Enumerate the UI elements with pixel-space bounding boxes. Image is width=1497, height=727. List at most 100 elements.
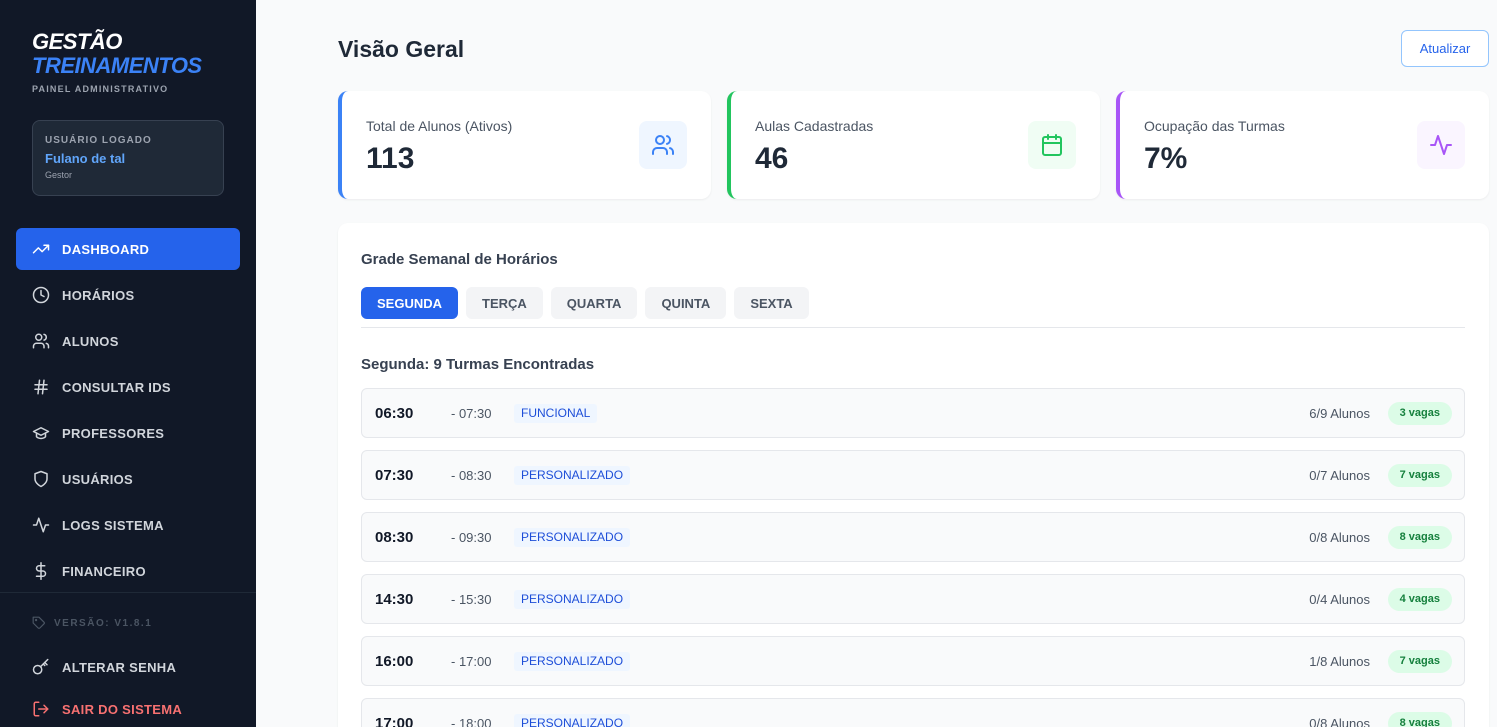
tabs-divider [361, 327, 1465, 328]
clock-icon [32, 286, 50, 304]
logout-button[interactable]: SAIR DO SISTEMA [32, 700, 182, 718]
vacancy-badge: 7 vagas [1387, 464, 1452, 487]
list-item[interactable]: 17:00 - 18:00 PERSONALIZADO 0/8 Alunos 8… [361, 698, 1465, 727]
tab-quinta[interactable]: QUINTA [645, 287, 727, 319]
class-type-badge: PERSONALIZADO [514, 466, 631, 485]
class-student-count: 6/9 Alunos [1309, 406, 1370, 421]
stat-label: Ocupação das Turmas [1144, 118, 1285, 134]
refresh-button[interactable]: Atualizar [1401, 30, 1489, 67]
stat-card-occupancy: Ocupação das Turmas 7% [1116, 91, 1489, 199]
class-end-time: - 15:30 [451, 592, 492, 607]
stat-value: 7% [1144, 142, 1188, 175]
class-start-time: 06:30 [375, 405, 414, 422]
vacancy-badge: 8 vagas [1387, 712, 1452, 727]
stat-label: Aulas Cadastradas [755, 118, 874, 134]
shield-icon [34, 470, 48, 488]
result-title: Segunda: 9 Turmas Encontradas [361, 356, 595, 373]
sidebar-item-label: CONSULTAR IDS [62, 379, 171, 395]
sidebar-nav: DASHBOARD HORÁRIOS ALUNOS CONSULTAR IDS … [16, 228, 240, 596]
version-info: VERSÃO: V1.8.1 [32, 616, 152, 630]
vacancy-badge: 3 vagas [1387, 402, 1452, 425]
list-item[interactable]: 08:30 - 09:30 PERSONALIZADO 0/8 Alunos 8… [361, 512, 1465, 562]
sidebar-item-label: HORÁRIOS [62, 287, 135, 303]
sidebar-item-horarios[interactable]: HORÁRIOS [16, 274, 240, 316]
brand-logo: GESTÃO TREINAMENTOS PAINEL ADMINISTRATIV… [32, 29, 202, 95]
stat-value: 46 [755, 142, 789, 175]
class-student-count: 0/8 Alunos [1309, 716, 1370, 727]
class-start-time: 17:00 [375, 715, 414, 727]
class-end-time: - 17:00 [451, 654, 492, 669]
logout-label: SAIR DO SISTEMA [62, 701, 183, 717]
class-end-time: - 18:00 [451, 716, 492, 727]
sidebar-item-professores[interactable]: PROFESSORES [16, 412, 240, 454]
user-label: USUÁRIO LOGADO [45, 135, 152, 146]
sidebar-item-label: PROFESSORES [62, 425, 165, 441]
tab-sexta[interactable]: SEXTA [734, 287, 809, 319]
vacancy-badge: 7 vagas [1387, 650, 1452, 673]
class-end-time: - 08:30 [451, 468, 492, 483]
sidebar-item-label: USUÁRIOS [62, 471, 134, 487]
sidebar-item-label: ALUNOS [62, 333, 119, 349]
tab-quarta[interactable]: QUARTA [550, 287, 638, 319]
sidebar-item-consultar-ids[interactable]: CONSULTAR IDS [16, 366, 240, 408]
list-item[interactable]: 16:00 - 17:00 PERSONALIZADO 1/8 Alunos 7… [361, 636, 1465, 686]
sidebar: GESTÃO TREINAMENTOS PAINEL ADMINISTRATIV… [0, 0, 256, 727]
class-student-count: 1/8 Alunos [1309, 654, 1370, 669]
sidebar-item-label: DASHBOARD [62, 241, 150, 257]
list-item[interactable]: 07:30 - 08:30 PERSONALIZADO 0/7 Alunos 7… [361, 450, 1465, 500]
user-name: Fulano de tal [45, 151, 126, 166]
activity-icon [1417, 121, 1465, 169]
page-title: Visão Geral [338, 36, 465, 62]
stat-card-classes: Aulas Cadastradas 46 [727, 91, 1100, 199]
tag-icon [32, 616, 45, 629]
weekday-tabs: SEGUNDA TERÇA QUARTA QUINTA SEXTA [361, 287, 817, 319]
list-item[interactable]: 14:30 - 15:30 PERSONALIZADO 0/4 Alunos 4… [361, 574, 1465, 624]
sidebar-item-usuarios[interactable]: USUÁRIOS [16, 458, 240, 500]
main-content: Visão Geral Atualizar Total de Alunos (A… [256, 0, 1497, 727]
vacancy-badge: 8 vagas [1387, 526, 1452, 549]
change-password-label: ALTERAR SENHA [62, 659, 177, 675]
activity-icon [32, 517, 50, 533]
stat-value: 113 [366, 142, 415, 175]
class-type-badge: FUNCIONAL [514, 404, 598, 423]
hash-icon [34, 379, 48, 395]
class-type-badge: PERSONALIZADO [514, 652, 631, 671]
change-password-button[interactable]: ALTERAR SENHA [32, 658, 176, 676]
version-text: VERSÃO: V1.8.1 [54, 617, 153, 629]
users-icon [639, 121, 687, 169]
sidebar-item-financeiro[interactable]: FINANCEIRO [16, 550, 240, 592]
graduation-cap-icon [32, 427, 50, 440]
class-start-time: 07:30 [375, 467, 414, 484]
sidebar-item-logs-sistema[interactable]: LOGS SISTEMA [16, 504, 240, 546]
class-type-badge: PERSONALIZADO [514, 714, 631, 727]
users-icon [32, 333, 50, 349]
brand-subtitle: PAINEL ADMINISTRATIVO [32, 84, 169, 94]
class-end-time: - 09:30 [451, 530, 492, 545]
class-start-time: 14:30 [375, 591, 414, 608]
brand-title-line1: GESTÃO [32, 29, 122, 54]
weekly-schedule-panel: Grade Semanal de Horários SEGUNDA TERÇA … [338, 223, 1489, 727]
logged-user-card: USUÁRIO LOGADO Fulano de tal Gestor [32, 120, 224, 196]
dollar-icon [35, 562, 47, 580]
sidebar-item-alunos[interactable]: ALUNOS [16, 320, 240, 362]
sidebar-item-dashboard[interactable]: DASHBOARD [16, 228, 240, 270]
schedule-title: Grade Semanal de Horários [361, 251, 558, 268]
tab-terca[interactable]: TERÇA [466, 287, 543, 319]
trending-up-icon [32, 244, 50, 254]
list-item[interactable]: 06:30 - 07:30 FUNCIONAL 6/9 Alunos 3 vag… [361, 388, 1465, 438]
sidebar-divider [0, 592, 256, 593]
sidebar-item-label: FINANCEIRO [62, 563, 146, 579]
calendar-icon [1028, 121, 1076, 169]
stat-label: Total de Alunos (Ativos) [366, 118, 513, 134]
logout-icon [33, 701, 49, 717]
class-start-time: 16:00 [375, 653, 414, 670]
vacancy-badge: 4 vagas [1387, 588, 1452, 611]
class-start-time: 08:30 [375, 529, 414, 546]
tab-segunda[interactable]: SEGUNDA [361, 287, 459, 319]
class-list: 06:30 - 07:30 FUNCIONAL 6/9 Alunos 3 vag… [361, 388, 1465, 727]
brand-title-line2: TREINAMENTOS [32, 53, 202, 78]
stat-card-students: Total de Alunos (Ativos) 113 [338, 91, 711, 199]
class-type-badge: PERSONALIZADO [514, 528, 631, 547]
class-student-count: 0/7 Alunos [1309, 468, 1370, 483]
class-type-badge: PERSONALIZADO [514, 590, 631, 609]
